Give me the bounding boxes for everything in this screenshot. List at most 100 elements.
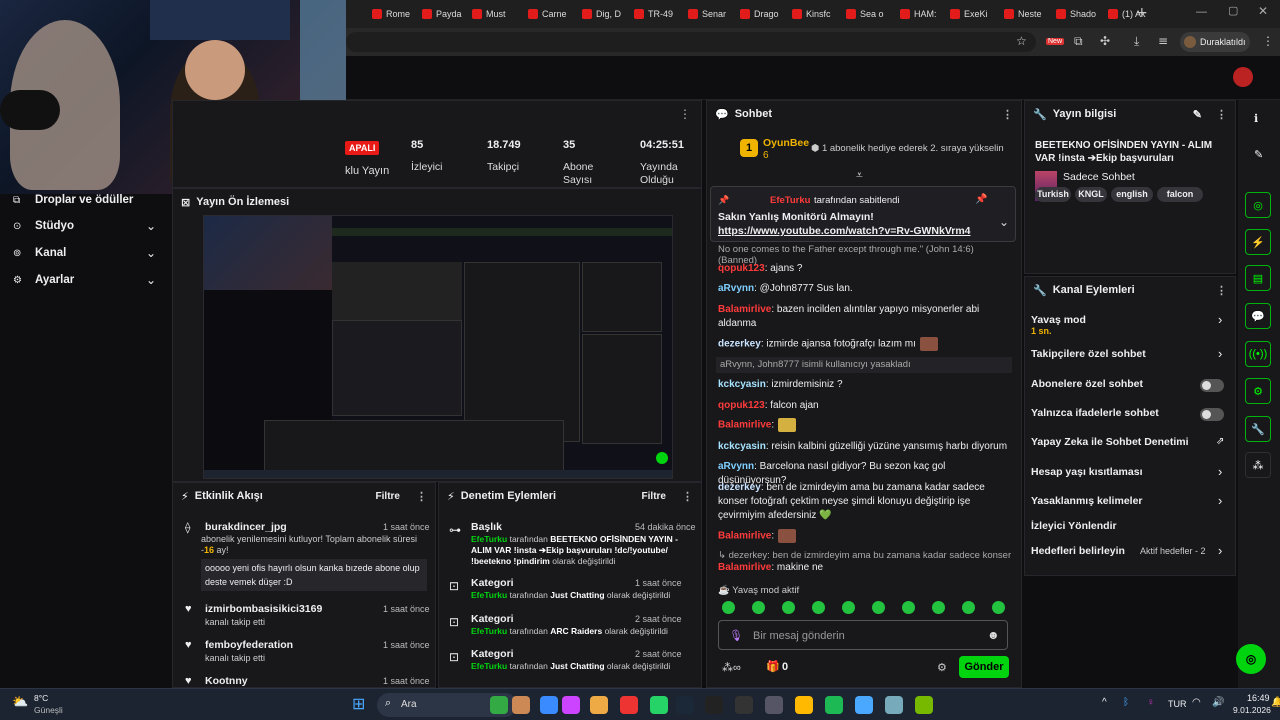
collapse-icon[interactable]: ⩡ xyxy=(856,168,863,183)
chat-message[interactable]: kckcyasin: izmirdemisiniz ? xyxy=(718,378,1013,392)
pinned-link[interactable]: https://www.youtube.com/watch?v=Rv-GWNkV… xyxy=(718,225,971,237)
app-icon[interactable] xyxy=(540,696,558,714)
pen-icon[interactable]: ✎ xyxy=(1254,148,1263,161)
extension-icon[interactable]: ⧉ xyxy=(1074,34,1083,49)
quick-action-button[interactable]: 🔧 xyxy=(1245,416,1271,442)
sidebar-item-0[interactable]: ⧉ Droplar ve ödüller xyxy=(0,191,172,213)
tray-app-icon[interactable]: ♀ xyxy=(1147,697,1155,708)
event-user[interactable]: femboyfederation xyxy=(205,639,293,651)
moderation-menu-icon[interactable]: ⋮ xyxy=(682,490,693,503)
tag-chip[interactable]: falcon xyxy=(1157,187,1203,202)
epic-icon[interactable] xyxy=(705,696,723,714)
chat-message[interactable]: kckcyasin: reisin kalbini güzelliği yüzü… xyxy=(718,440,1013,454)
emote-icon[interactable] xyxy=(782,601,795,614)
chat-menu-icon[interactable]: ⋮ xyxy=(1002,108,1013,121)
browser-tab[interactable]: Shado xyxy=(1056,4,1102,24)
browser-tab[interactable]: Payda xyxy=(422,4,468,24)
chat-username[interactable]: Balamirlive xyxy=(718,420,771,431)
star-icon[interactable]: ☆ xyxy=(1016,34,1027,48)
weather-icon[interactable]: ⛅ xyxy=(12,694,28,710)
puzzle-icon[interactable]: ✣ xyxy=(1100,34,1110,48)
windows-start-icon[interactable]: ⊞ xyxy=(352,694,365,714)
browser-tab[interactable]: Rome xyxy=(372,4,418,24)
tag-chip[interactable]: Turkish xyxy=(1035,187,1071,202)
stats-menu-icon[interactable]: ⋮ xyxy=(679,107,691,121)
moderation-filter-button[interactable]: Filtre xyxy=(642,491,666,502)
chat-message[interactable]: dezerkey: izmirde ajansa fotoğrafçı lazı… xyxy=(718,337,1013,352)
channel-action-row[interactable]: Yavaş mod 1 sn. › xyxy=(1024,310,1236,336)
channel-action-row[interactable]: Hedefleri belirleyin Aktif hedefler - 2 › xyxy=(1024,541,1236,563)
folder-icon[interactable] xyxy=(795,696,813,714)
activity-filter-button[interactable]: Filtre xyxy=(376,491,400,502)
chat-message[interactable]: aRvynn: @John8777 Sus lan. xyxy=(718,282,1013,296)
preview-video[interactable] xyxy=(203,215,673,479)
channel-actions-menu-icon[interactable]: ⋮ xyxy=(1216,284,1227,297)
tray-chevron-icon[interactable]: ^ xyxy=(1102,697,1107,708)
channel-action-row[interactable]: Hesap yaşı kısıtlaması › xyxy=(1024,462,1236,484)
new-tab-button[interactable]: + xyxy=(1136,5,1148,21)
edit-icon[interactable]: ✎ xyxy=(1193,108,1202,121)
browser-menu-icon[interactable]: ⋮ xyxy=(1262,34,1274,48)
chat-username[interactable]: qopuk123 xyxy=(718,263,765,274)
chat-message[interactable]: dezerkey: ben de izmirdeyim ama bu zaman… xyxy=(718,481,1013,523)
browser-tab[interactable]: Sea o xyxy=(846,4,892,24)
profile-chip[interactable]: Duraklatıldı xyxy=(1180,32,1250,52)
emote-icon[interactable] xyxy=(902,601,915,614)
top-gifter-name[interactable]: OyunBee xyxy=(763,137,809,149)
steam-icon[interactable] xyxy=(676,696,694,714)
chat-message[interactable]: Balamirlive: makine ne xyxy=(718,561,1013,575)
notification-icon[interactable]: 🔔 xyxy=(1271,697,1280,708)
download-icon[interactable]: ⤓ xyxy=(1134,34,1139,49)
chat-message[interactable]: Balamirlive: xyxy=(718,418,1013,433)
channel-action-row[interactable]: Yasaklanmış kelimeler › xyxy=(1024,491,1236,513)
quick-action-button[interactable]: 💬 xyxy=(1245,303,1271,329)
sidebar-item-2[interactable]: ⊚ Kanal ⌄ xyxy=(0,244,172,266)
points-icon[interactable]: ⁂∞ xyxy=(722,661,741,674)
mod-actor[interactable]: EfeTurku xyxy=(471,534,507,544)
gift-box-icon[interactable]: 🎁 xyxy=(766,660,780,673)
emoji-icon[interactable]: ☻ xyxy=(987,628,1000,642)
emote-icon[interactable] xyxy=(812,601,825,614)
browser-tab[interactable]: ExeKi xyxy=(950,4,996,24)
tag-chip[interactable]: KNGL xyxy=(1075,187,1107,202)
chat-username[interactable]: kckcyasin xyxy=(718,379,766,390)
emote-icon[interactable] xyxy=(842,601,855,614)
chat-message[interactable]: qopuk123: falcon ajan xyxy=(718,399,1013,413)
quick-action-button[interactable]: ((•)) xyxy=(1245,341,1271,367)
browser-tab[interactable]: Senar xyxy=(688,4,734,24)
chat-username[interactable]: Balamirlive xyxy=(718,531,771,542)
app-icon[interactable] xyxy=(562,696,580,714)
info-icon[interactable]: ℹ xyxy=(1254,112,1258,125)
support-icon[interactable]: ◎ xyxy=(1236,644,1266,674)
emote-icon[interactable] xyxy=(932,601,945,614)
emote-icon[interactable] xyxy=(962,601,975,614)
whatsapp-icon[interactable] xyxy=(650,696,668,714)
quick-action-button[interactable]: ◎ xyxy=(1245,192,1271,218)
maximize-button[interactable]: ▢ xyxy=(1228,4,1238,17)
chat-username[interactable]: aRvynn xyxy=(718,283,754,294)
pinned-message[interactable]: 📌 EfeTurku tarafından sabitlendi 📌 Sakın… xyxy=(710,186,1016,242)
browser-tab[interactable]: TR-49 xyxy=(634,4,680,24)
quick-action-button[interactable]: ⚡ xyxy=(1245,229,1271,255)
event-user[interactable]: izmirbombasisikici3169 xyxy=(205,603,322,615)
activity-menu-icon[interactable]: ⋮ xyxy=(416,490,427,503)
browser-tab[interactable]: Kinsfc xyxy=(792,4,838,24)
chat-username[interactable]: Balamirlive xyxy=(718,304,771,315)
stream-info-menu-icon[interactable]: ⋮ xyxy=(1216,108,1227,121)
chat-username[interactable]: dezerkey xyxy=(718,482,761,493)
volume-icon[interactable]: 🔊 xyxy=(1212,697,1224,708)
event-user[interactable]: Kootnny xyxy=(205,675,248,687)
playlist-icon[interactable]: ≡ xyxy=(1158,34,1168,48)
chat-username[interactable]: kckcyasin xyxy=(718,441,766,452)
wifi-icon[interactable]: ◠ xyxy=(1192,697,1201,708)
channel-action-row[interactable]: Yapay Zeka ile Sohbet Denetimi ⇗ xyxy=(1024,432,1236,454)
chevron-down-icon[interactable]: ⌄ xyxy=(999,215,1009,229)
avatar[interactable] xyxy=(1233,67,1253,87)
browser-tab[interactable]: Drago xyxy=(740,4,786,24)
chat-username[interactable]: dezerkey xyxy=(718,339,761,350)
browser-tab[interactable]: Carne xyxy=(528,4,574,24)
browser-tab[interactable]: Must xyxy=(472,4,518,24)
channel-action-row[interactable]: Abonelere özel sohbet xyxy=(1024,374,1236,396)
quick-action-button[interactable]: ⁂ xyxy=(1245,452,1271,478)
channel-action-row[interactable]: İzleyici Yönlendir xyxy=(1024,516,1236,538)
